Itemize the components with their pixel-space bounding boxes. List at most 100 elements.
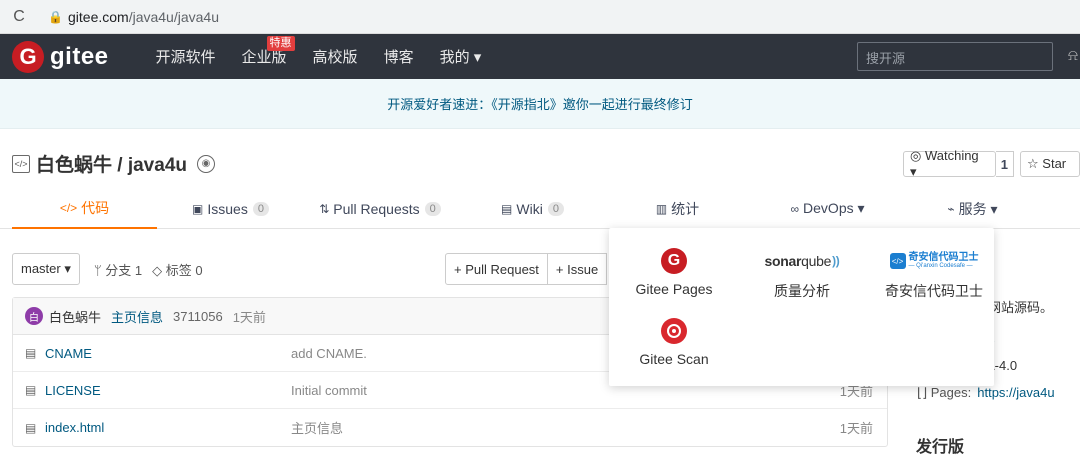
nav-enterprise-label: 企业版 <box>241 49 287 66</box>
commit-message[interactable]: 主页信息 <box>111 307 163 326</box>
infinity-icon: ∞ <box>790 201 800 216</box>
gitee-pages-icon: G <box>661 248 687 274</box>
watch-count[interactable]: 1 <box>995 151 1015 177</box>
nav-mine[interactable]: 我的 ▾ <box>427 46 495 67</box>
avatar[interactable]: 白 <box>25 307 43 325</box>
tab-pull-requests[interactable]: ⇅ Pull Requests 0 <box>300 188 460 229</box>
notice-banner: 开源爱好者速进：《开源指北》邀你一起进行最终修订 <box>0 79 1080 129</box>
releases-title: 发行版 <box>916 439 965 456</box>
url-text[interactable]: gitee.com/java4u/java4u <box>68 9 219 25</box>
lock-icon: 🔒 <box>48 9 63 24</box>
branch-count[interactable]: ᛘ 分支 1 <box>94 260 142 279</box>
sonarqube-logo-bold: sonar <box>764 253 802 269</box>
tag-count[interactable]: ◇ 标签 0 <box>152 260 202 279</box>
issues-count: 0 <box>252 201 269 216</box>
top-navbar: G gitee 开源软件 企业版 特惠 高校版 博客 我的 ▾ 搜开源 ⍾ <box>0 34 1080 79</box>
action-buttons: + Pull Request + Issue <box>445 253 608 285</box>
services-dropdown: G Gitee Pages sonar qube)) 质量分析 </> 奇安信代码… <box>609 228 994 386</box>
search-input[interactable]: 搜开源 <box>857 42 1053 71</box>
nav-open-source[interactable]: 开源软件 <box>143 46 229 67</box>
tab-issues[interactable]: ▣ Issues 0 <box>158 188 303 229</box>
nav-enterprise[interactable]: 企业版 特惠 <box>229 36 300 67</box>
pull-request-icon: ⇅ <box>319 201 330 216</box>
watch-star-group: ◎ Watching ▾ 1 ☆ Star <box>903 148 1080 179</box>
repo-icon: </> <box>12 154 30 173</box>
new-issue-button[interactable]: + Issue <box>547 253 608 285</box>
commit-author[interactable]: 白色蜗牛 <box>49 307 101 326</box>
commit-time: 1天前 <box>232 309 266 325</box>
codesafe-icon: </> <box>889 253 906 269</box>
file-name[interactable]: index.html <box>45 420 285 435</box>
gitee-logo-text: gitee <box>50 42 109 70</box>
notice-link[interactable]: 开源爱好者速进：《开源指北》邀你一起进行最终修订 <box>387 94 693 113</box>
sonarqube-icon: sonar qube)) <box>764 253 840 269</box>
tab-wiki[interactable]: ▤ Wiki 0 <box>460 188 605 229</box>
promo-badge: 特惠 <box>266 36 295 51</box>
file-commit-message[interactable]: add CNAME. <box>291 346 367 361</box>
project-header: </> 白色蜗牛 / java4u ◉ <box>12 150 215 177</box>
service-label: 奇安信代码卫士 <box>885 283 983 299</box>
new-pull-request-button[interactable]: + Pull Request <box>445 253 548 285</box>
tab-code[interactable]: </> 代码 <box>12 188 157 229</box>
url-path: /java4u/java4u <box>128 8 219 25</box>
branch-count-label: 分支 1 <box>105 262 143 278</box>
tab-code-label: 代码 <box>81 199 110 216</box>
tab-stats-label: 统计 <box>671 200 700 217</box>
service-gitee-scan[interactable]: Gitee Scan <box>610 318 738 367</box>
pr-count: 0 <box>424 201 441 216</box>
main-nav: 开源软件 企业版 特惠 高校版 博客 我的 ▾ <box>143 36 495 67</box>
url-host: gitee.com <box>68 8 129 25</box>
code-icon: </> <box>59 200 78 215</box>
tab-devops-label: DevOps ▾ <box>803 200 865 216</box>
tag-icon: ◇ <box>152 262 166 278</box>
issues-icon: ▣ <box>192 201 204 216</box>
branch-icon: ᛘ <box>93 262 106 278</box>
repo-tabs: </> 代码 ▣ Issues 0 ⇅ Pull Requests 0 ▤ Wiki 0 ▥ 统… <box>0 188 1080 229</box>
file-name[interactable]: CNAME <box>45 346 285 361</box>
branch-select[interactable]: master ▾ <box>12 253 80 285</box>
file-time: 1天前 <box>839 421 873 436</box>
sonarqube-logo-light: qube <box>801 253 832 269</box>
gitee-logo-icon: G <box>12 40 44 73</box>
browser-address-bar: C 🔒 gitee.com/java4u/java4u <box>0 0 1080 34</box>
file-icon: ▤ <box>25 383 37 397</box>
file-commit-message[interactable]: 主页信息 <box>291 418 343 437</box>
wiki-count: 0 <box>547 201 564 216</box>
qianxin-icon: </> 奇安信代码卫士 — Qi'anxin Codesafe — <box>870 248 998 274</box>
service-quality-analysis[interactable]: sonar qube)) 质量分析 <box>738 248 866 301</box>
wiki-icon: ▤ <box>501 201 513 216</box>
nav-blog[interactable]: 博客 <box>371 46 427 67</box>
tab-services[interactable]: ⌁ 服务 ▾ <box>900 188 1045 229</box>
tab-services-label: 服务 ▾ <box>958 200 998 217</box>
pages-label: Pages: <box>930 385 972 400</box>
pages-link[interactable]: https://java4u <box>977 385 1054 400</box>
notification-icon[interactable]: ⍾ <box>1068 47 1078 64</box>
qianxin-logo-cn: 奇安信代码卫士 <box>908 252 979 263</box>
reload-icon[interactable]: C <box>4 8 34 26</box>
branch-toolbar: master ▾ ᛘ 分支 1 ◇ 标签 0 <box>12 253 203 285</box>
star-button[interactable]: ☆ Star <box>1020 151 1080 177</box>
service-gitee-pages[interactable]: G Gitee Pages <box>610 248 738 297</box>
project-title[interactable]: 白色蜗牛 / java4u <box>36 150 187 177</box>
file-name[interactable]: LICENSE <box>45 383 285 398</box>
tab-pr-label: Pull Requests <box>333 200 420 217</box>
service-label: 质量分析 <box>774 283 830 299</box>
tab-devops[interactable]: ∞ DevOps ▾ <box>755 188 900 229</box>
commit-sha[interactable]: 3711056 <box>173 309 223 324</box>
gitee-logo[interactable]: G gitee <box>12 40 109 73</box>
service-label: Gitee Pages <box>635 281 713 297</box>
tag-count-label: 标签 0 <box>165 262 203 278</box>
tab-wiki-label: Wiki <box>516 200 543 217</box>
stats-icon: ▥ <box>655 201 668 216</box>
tab-stats[interactable]: ▥ 统计 <box>605 188 750 229</box>
watch-button[interactable]: ◎ Watching ▾ <box>903 148 996 179</box>
nav-education[interactable]: 高校版 <box>300 46 371 67</box>
service-qianxin-codesafe[interactable]: </> 奇安信代码卫士 — Qi'anxin Codesafe — 奇安信代码卫士 <box>870 248 998 301</box>
table-row: ▤ index.html 主页信息 1天前 <box>13 409 887 446</box>
wechat-icon[interactable]: ◉ <box>197 154 215 173</box>
pages-info: ⌊⌋ Pages: https://java4u <box>917 385 1055 401</box>
file-commit-message[interactable]: Initial commit <box>291 383 367 398</box>
file-icon: ▤ <box>25 420 37 435</box>
pages-icon: ⌊⌋ <box>917 385 931 400</box>
tab-issues-label: Issues <box>207 200 248 217</box>
